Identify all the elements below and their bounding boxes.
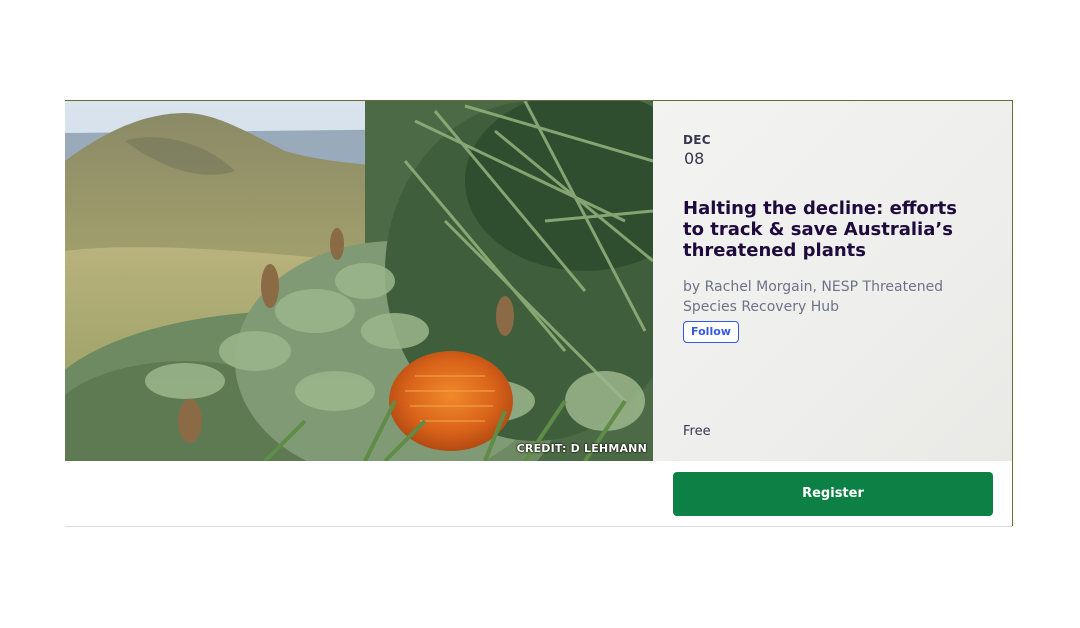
event-image[interactable]: CREDIT: D LEHMANN [65,101,653,461]
event-title[interactable]: Halting the decline: efforts to track & … [683,198,983,261]
event-details-panel: DEC 08 Halting the decline: efforts to t… [653,101,1012,461]
image-credit: CREDIT: D LEHMANN [516,442,647,455]
banksia-landscape-image [65,101,653,461]
event-card-footer: Register [65,461,1012,527]
event-organizer[interactable]: by Rachel Morgain, NESP Threatened Speci… [683,277,983,317]
event-date-day: 08 [684,149,705,168]
event-price: Free [683,424,711,439]
event-date-month: DEC [683,133,711,147]
event-card[interactable]: CREDIT: D LEHMANN DEC 08 Halting the dec… [65,100,1013,527]
register-button[interactable]: Register [673,472,993,516]
follow-button[interactable]: Follow [683,321,739,343]
